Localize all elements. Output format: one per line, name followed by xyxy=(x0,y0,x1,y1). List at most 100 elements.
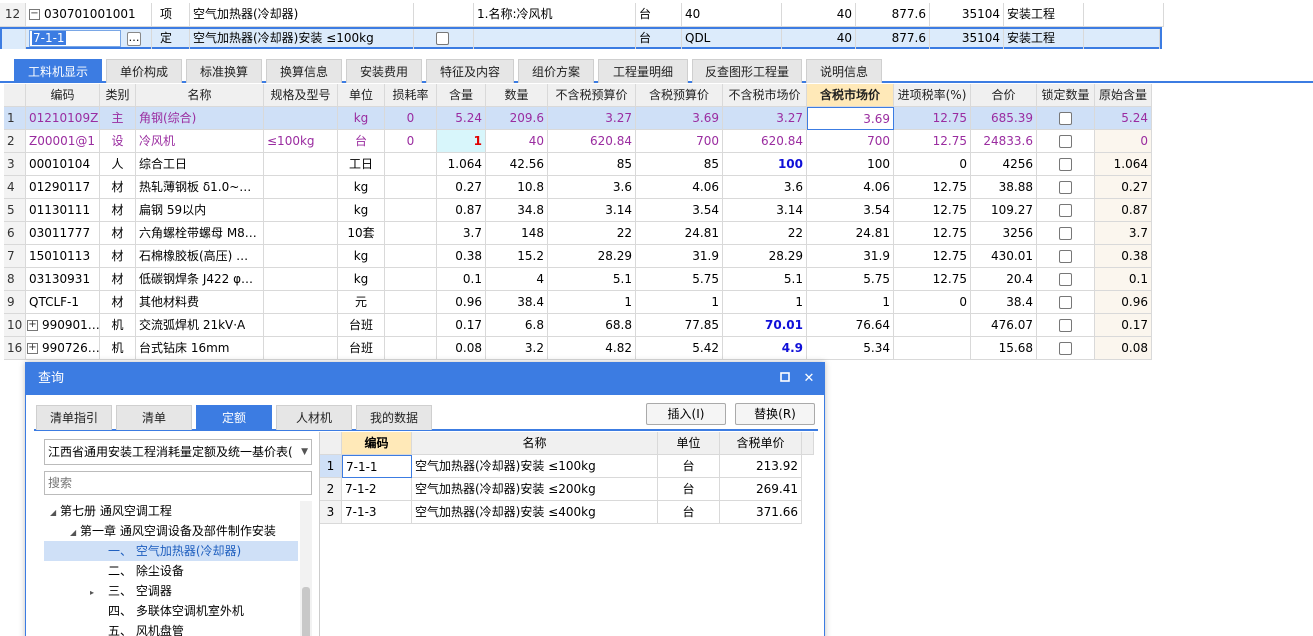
result-name[interactable]: 空气加热器(冷却器)安装 ≤100kg xyxy=(412,455,658,478)
cell-pre-tax-market-price[interactable]: 1 xyxy=(723,291,807,314)
cell-name[interactable]: 综合工日 xyxy=(136,153,264,176)
lock-qty-checkbox[interactable] xyxy=(1059,112,1072,125)
table-row[interactable]: 10 +990901… 机 交流弧焊机 21kV·A 台班 0.17 6.8 6… xyxy=(4,314,1152,337)
cell-type[interactable]: 材 xyxy=(100,268,136,291)
cell-name[interactable]: 六角螺栓带螺母 M8… xyxy=(136,222,264,245)
table-row[interactable]: 2 Z00001@1 设 冷风机 ≤100kg 台 0 1 40 620.84 … xyxy=(4,130,1152,153)
item-qty[interactable]: 40 xyxy=(782,29,856,49)
cell-name[interactable]: 角钢(综合) xyxy=(136,107,264,130)
cell-budget-price-with-tax[interactable]: 5.75 xyxy=(636,268,723,291)
table-row[interactable]: 1 01210109Z 主 角钢(综合) kg 0 5.24 209.6 3.2… xyxy=(4,107,1152,130)
cell-quantity[interactable]: 38.4 xyxy=(486,291,548,314)
tab-bill-guide[interactable]: 清单指引 xyxy=(36,405,112,430)
tree-node-selected[interactable]: 一、 空气加热器(冷却器) xyxy=(44,541,298,561)
table-row[interactable]: 3 00010104 人 综合工日 工日 1.064 42.56 85 85 1… xyxy=(4,153,1152,176)
cell-budget-price-with-tax[interactable]: 4.06 xyxy=(636,176,723,199)
item-price[interactable]: 877.6 xyxy=(856,29,930,49)
cell-original-content[interactable]: 0 xyxy=(1095,130,1152,153)
cell-pre-tax-market-price[interactable]: 4.9 xyxy=(723,337,807,360)
cell-spec[interactable] xyxy=(264,222,338,245)
cell-lock-qty[interactable] xyxy=(1037,153,1095,176)
cell-pre-tax-budget-price[interactable]: 22 xyxy=(548,222,636,245)
cell-type[interactable]: 材 xyxy=(100,176,136,199)
header-unit[interactable]: 单位 xyxy=(338,84,385,107)
cell-content[interactable]: 0.96 xyxy=(437,291,486,314)
cell-total[interactable]: 3256 xyxy=(971,222,1037,245)
cell-budget-price-with-tax[interactable]: 3.69 xyxy=(636,107,723,130)
item-checkbox-cell[interactable] xyxy=(414,29,474,49)
item-extra[interactable] xyxy=(1084,3,1164,27)
result-row[interactable]: 2 7-1-2 空气加热器(冷却器)安装 ≤200kg 台 269.41 xyxy=(320,478,802,501)
cell-spec[interactable] xyxy=(264,245,338,268)
cell-original-content[interactable]: 0.87 xyxy=(1095,199,1152,222)
collapse-triangle-icon[interactable]: ◢ xyxy=(50,503,60,523)
cell-original-content[interactable]: 0.17 xyxy=(1095,314,1152,337)
lock-qty-checkbox[interactable] xyxy=(1059,342,1072,355)
cell-input-tax-rate[interactable]: 12.75 xyxy=(894,107,971,130)
cell-input-tax-rate[interactable] xyxy=(894,337,971,360)
cell-lock-qty[interactable] xyxy=(1037,291,1095,314)
item-total[interactable]: 35104 xyxy=(930,3,1004,27)
result-row[interactable]: 3 7-1-3 空气加热器(冷却器)安装 ≤400kg 台 371.66 xyxy=(320,501,802,524)
cell-budget-price-with-tax[interactable]: 5.42 xyxy=(636,337,723,360)
cell-market-price-with-tax[interactable]: 1 xyxy=(807,291,894,314)
cell-loss-rate[interactable]: 0 xyxy=(385,130,437,153)
cell-total[interactable]: 38.88 xyxy=(971,176,1037,199)
cell-unit[interactable]: kg xyxy=(338,176,385,199)
cell-unit[interactable]: kg xyxy=(338,199,385,222)
cell-unit[interactable]: kg xyxy=(338,268,385,291)
cell-type[interactable]: 材 xyxy=(100,199,136,222)
tab-conversion-info[interactable]: 换算信息 xyxy=(266,59,342,83)
cell-unit[interactable]: 10套 xyxy=(338,222,385,245)
lock-qty-checkbox[interactable] xyxy=(1059,296,1072,309)
header-code[interactable]: 编码 xyxy=(342,432,412,455)
cell-spec[interactable] xyxy=(264,268,338,291)
lock-qty-checkbox[interactable] xyxy=(1059,158,1072,171)
item-unit[interactable]: 台 xyxy=(636,29,682,49)
item-code-cell[interactable]: 7-1-1… xyxy=(26,29,152,49)
cell-quantity[interactable]: 15.2 xyxy=(486,245,548,268)
cell-content[interactable]: 0.17 xyxy=(437,314,486,337)
cell-code-expandable[interactable]: +990726… xyxy=(26,337,100,360)
lock-qty-checkbox[interactable] xyxy=(1059,273,1072,286)
cell-content[interactable]: 0.08 xyxy=(437,337,486,360)
table-row[interactable]: 8 03130931 材 低碳钢焊条 J422 φ… kg 0.1 4 5.1 … xyxy=(4,268,1152,291)
cell-pre-tax-market-price[interactable]: 100 xyxy=(723,153,807,176)
cell-pre-tax-market-price[interactable]: 3.14 xyxy=(723,199,807,222)
cell-pre-tax-budget-price[interactable]: 620.84 xyxy=(548,130,636,153)
cell-spec[interactable] xyxy=(264,314,338,337)
cell-pre-tax-market-price[interactable]: 28.29 xyxy=(723,245,807,268)
cell-code[interactable]: 01130111 xyxy=(26,199,100,222)
tree-node[interactable]: ◢ 第一章 通风空调设备及部件制作安装 xyxy=(44,521,298,541)
cell-name[interactable]: 其他材料费 xyxy=(136,291,264,314)
item-extra[interactable] xyxy=(1084,29,1160,49)
cell-spec[interactable] xyxy=(264,337,338,360)
cell-unit[interactable]: 工日 xyxy=(338,153,385,176)
cell-content[interactable]: 1.064 xyxy=(437,153,486,176)
cell-type[interactable]: 机 xyxy=(100,337,136,360)
cell-type[interactable]: 机 xyxy=(100,314,136,337)
cell-pre-tax-budget-price[interactable]: 4.82 xyxy=(548,337,636,360)
lock-qty-checkbox[interactable] xyxy=(1059,204,1072,217)
tree-node[interactable]: ◢ 第七册 通风空调工程 xyxy=(44,501,298,521)
cell-market-price-with-tax[interactable]: 31.9 xyxy=(807,245,894,268)
cell-quantity[interactable]: 209.6 xyxy=(486,107,548,130)
cell-content[interactable]: 0.1 xyxy=(437,268,486,291)
cell-lock-qty[interactable] xyxy=(1037,314,1095,337)
item-category[interactable]: 安装工程 xyxy=(1004,29,1084,49)
result-name[interactable]: 空气加热器(冷却器)安装 ≤400kg xyxy=(412,501,658,524)
result-code[interactable]: 7-1-3 xyxy=(342,501,412,524)
cell-total[interactable]: 430.01 xyxy=(971,245,1037,268)
cell-market-price-with-tax[interactable]: 3.69 xyxy=(807,107,894,130)
header-total[interactable]: 合价 xyxy=(971,84,1037,107)
cell-code[interactable]: 01290117 xyxy=(26,176,100,199)
cell-loss-rate[interactable] xyxy=(385,314,437,337)
cell-name[interactable]: 低碳钢焊条 J422 φ… xyxy=(136,268,264,291)
cell-content[interactable]: 0.87 xyxy=(437,199,486,222)
cell-original-content[interactable]: 0.1 xyxy=(1095,268,1152,291)
cell-input-tax-rate[interactable] xyxy=(894,314,971,337)
cell-pre-tax-market-price[interactable]: 5.1 xyxy=(723,268,807,291)
scrollbar-thumb[interactable] xyxy=(302,587,310,636)
cell-name[interactable]: 石棉橡胶板(高压) … xyxy=(136,245,264,268)
cell-total[interactable]: 20.4 xyxy=(971,268,1037,291)
